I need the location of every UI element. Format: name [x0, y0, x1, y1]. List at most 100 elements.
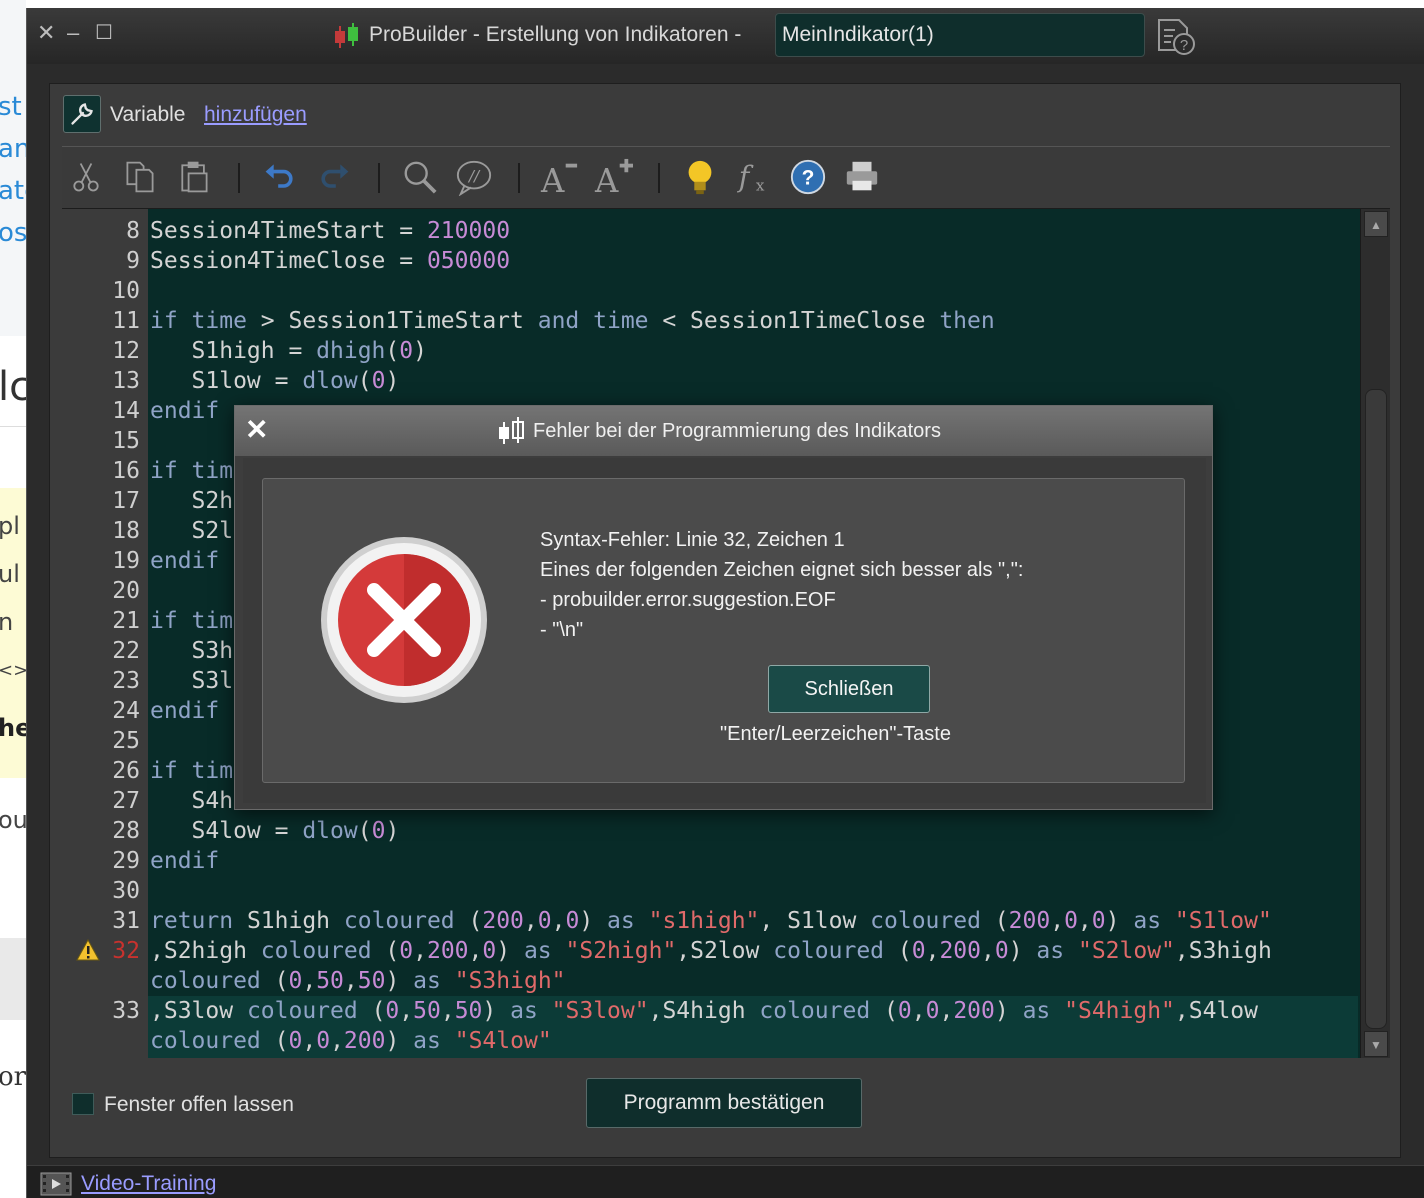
code-token: coloured	[773, 938, 885, 964]
add-variable-link[interactable]: hinzufügen	[204, 103, 307, 127]
code-token: (	[357, 818, 372, 844]
error-message-line: Eines der folgenden Zeichen eignet sich …	[540, 559, 1024, 581]
code-line: 12 S1high = dhigh(0)	[62, 336, 1358, 366]
video-training-link[interactable]: Video-Training	[81, 1172, 216, 1196]
code-token: as	[1036, 938, 1065, 964]
code-token: ,S3high	[1174, 938, 1272, 964]
code-text: S4low = dlow(0)	[150, 816, 400, 846]
code-text: S4h	[150, 786, 234, 816]
redo-icon[interactable]	[312, 155, 356, 199]
code-text: S2l	[150, 516, 234, 546]
background-text: n	[0, 608, 14, 636]
code-token: 200	[1008, 908, 1051, 934]
dialog-content: Syntax-Fehler: Linie 32, Zeichen 1 Eines…	[262, 478, 1185, 783]
code-token: if tim	[150, 758, 234, 784]
toolbar-separator	[378, 163, 380, 193]
paste-icon[interactable]	[172, 155, 216, 199]
window-minimize-button[interactable]: –	[67, 22, 79, 44]
svg-text:A: A	[594, 162, 619, 196]
help-document-icon[interactable]: ?	[1155, 16, 1197, 56]
toolbar-separator	[658, 163, 660, 193]
code-token: (	[260, 1028, 289, 1054]
error-dialog: ✕ Fehler bei der Programmierung des Indi…	[234, 405, 1213, 810]
window-close-button[interactable]: ✕	[37, 22, 55, 44]
indicator-name-input[interactable]	[775, 13, 1145, 57]
scissors-icon[interactable]	[64, 155, 108, 199]
keep-window-open-label: Fenster offen lassen	[104, 1093, 294, 1116]
copy-icon[interactable]	[118, 155, 162, 199]
code-token: 200	[343, 1028, 386, 1054]
warning-icon	[76, 939, 100, 961]
scroll-up-arrow[interactable]: ▲	[1364, 211, 1388, 237]
svg-text://: //	[467, 167, 481, 185]
code-text: S3l	[150, 666, 234, 696]
line-number: 22	[112, 638, 140, 664]
code-token: ,S4low	[1174, 998, 1258, 1024]
code-token: ,	[939, 998, 954, 1024]
print-icon[interactable]	[840, 155, 884, 199]
dialog-titlebar[interactable]: ✕ Fehler bei der Programmierung des Indi…	[235, 406, 1212, 456]
code-token: ,	[1050, 908, 1065, 934]
scroll-down-arrow[interactable]: ▼	[1364, 1031, 1388, 1057]
variable-button[interactable]	[63, 95, 101, 133]
wrench-icon	[71, 103, 93, 125]
code-token: dlow	[302, 368, 358, 394]
code-token: "s1high"	[648, 908, 760, 934]
code-token: 0	[1091, 908, 1106, 934]
search-icon[interactable]	[398, 155, 442, 199]
confirm-program-button[interactable]: Programm bestätigen	[586, 1078, 862, 1128]
code-token: 0	[565, 908, 580, 934]
window-titlebar[interactable]: ✕ – ☐ ProBuilder - Erstellung von Indika…	[27, 8, 1424, 64]
font-increase-icon[interactable]: A	[592, 155, 636, 199]
window-maximize-button[interactable]: ☐	[95, 22, 113, 44]
dialog-close-icon[interactable]: ✕	[245, 415, 268, 445]
svg-text:A: A	[540, 162, 565, 196]
code-text: if time > Session1TimeStart and time < S…	[150, 306, 995, 336]
code-token: dlow	[302, 818, 358, 844]
code-token: 200	[482, 908, 524, 934]
code-token: coloured	[150, 968, 261, 994]
line-number: 18	[112, 518, 140, 544]
function-icon[interactable]: fx	[732, 155, 776, 199]
code-token: 200	[953, 998, 995, 1024]
help-icon[interactable]: ?	[786, 155, 830, 199]
line-number: 9	[126, 248, 140, 274]
error-message-line: Syntax-Fehler: Linie 32, Zeichen 1	[540, 529, 845, 551]
lightbulb-icon[interactable]	[678, 155, 722, 199]
editor-scrollbar[interactable]: ▲ ▼	[1360, 209, 1390, 1058]
code-line: 29 endif	[62, 846, 1358, 876]
code-token: ,	[343, 968, 358, 994]
code-token: ,	[523, 908, 538, 934]
keep-window-open-checkbox[interactable]	[72, 1093, 94, 1115]
line-number: 13	[112, 368, 140, 394]
code-token: 50	[454, 998, 483, 1024]
dialog-close-button[interactable]: Schließen	[768, 665, 930, 713]
code-token: if tim	[150, 458, 234, 484]
code-text: endif	[150, 696, 219, 726]
undo-icon[interactable]	[258, 155, 302, 199]
variable-label: Variable	[110, 103, 186, 126]
code-token: 210000	[426, 218, 511, 244]
code-line: coloured (0,50,50) as "S3high"	[62, 966, 1358, 996]
code-token: endif	[150, 848, 220, 874]
code-token: (	[260, 968, 289, 994]
font-decrease-icon[interactable]: A	[538, 155, 582, 199]
background-page: st y an ate os lc pl ul n <> he ou or	[0, 0, 26, 1198]
code-token: )	[413, 338, 427, 364]
line-number: 25	[112, 728, 140, 754]
code-token: as	[413, 968, 441, 994]
background-text: ul	[0, 560, 20, 588]
code-token: (	[385, 338, 400, 364]
code-token: S1high	[233, 908, 344, 934]
code-token: (	[357, 998, 386, 1024]
code-line: 32 ,S2high coloured (0,200,0) as "S2high"…	[62, 936, 1358, 966]
code-token: ,	[1077, 908, 1092, 934]
line-number: 19	[112, 548, 140, 574]
code-token: "S4high"	[1064, 998, 1175, 1024]
code-token: ,	[440, 998, 455, 1024]
code-token: as	[510, 998, 538, 1024]
scroll-thumb[interactable]	[1365, 389, 1387, 1029]
comment-icon[interactable]: //	[452, 155, 496, 199]
toolbar-separator	[518, 163, 520, 193]
